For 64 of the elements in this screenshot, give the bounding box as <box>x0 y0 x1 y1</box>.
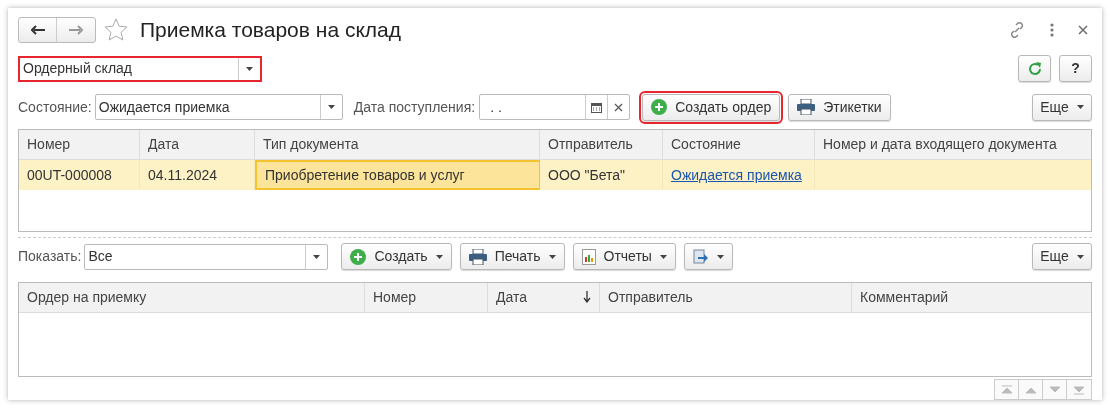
calendar-icon[interactable] <box>591 101 603 113</box>
triangle-down-icon <box>1073 383 1085 396</box>
more-icon[interactable] <box>1050 22 1054 37</box>
export-button[interactable] <box>683 243 733 271</box>
column-header[interactable]: Номер <box>365 282 488 312</box>
table-cell: ООО "Бета" <box>540 160 663 191</box>
close-icon[interactable] <box>1078 24 1088 35</box>
next-button[interactable] <box>1043 380 1067 399</box>
link-icon[interactable] <box>1008 20 1026 39</box>
column-header[interactable]: Состояние <box>663 130 815 160</box>
state-link[interactable]: Ожидается приемка <box>671 164 802 186</box>
caret-icon <box>659 255 667 259</box>
more-button[interactable]: Еще <box>1032 93 1092 121</box>
print-button[interactable]: Печать <box>459 243 565 271</box>
plus-icon <box>651 99 668 116</box>
create-button[interactable]: Создать <box>341 243 452 271</box>
show-label: Показать: <box>18 247 82 267</box>
caret-icon <box>435 255 443 259</box>
caret-icon <box>327 105 335 110</box>
triangle-up-icon <box>1000 383 1013 396</box>
previous-button[interactable] <box>1019 380 1043 399</box>
printer-icon <box>468 249 487 265</box>
printer-icon <box>797 99 816 116</box>
warehouse-select[interactable]: Ордерный склад <box>18 55 262 82</box>
reports-button[interactable]: Отчеты <box>572 243 676 271</box>
table-cell: Приобретение товаров и услуг <box>255 160 540 191</box>
table-row[interactable]: 00UT-000008 04.11.2024 Приобретение товаров и услуг ООО "Бета" Ожидается приемка <box>19 160 1091 191</box>
column-header[interactable]: Дата <box>488 282 600 312</box>
export-icon <box>692 249 709 265</box>
table-cell: 00UT-000008 <box>19 160 140 191</box>
labels-button[interactable]: Этикетки <box>788 93 891 121</box>
clear-icon[interactable] <box>614 102 624 112</box>
column-header[interactable]: Отправитель <box>600 282 852 312</box>
report-icon <box>581 249 596 265</box>
caret-icon <box>716 255 724 259</box>
column-header[interactable]: Комментарий <box>852 282 1091 312</box>
help-button[interactable]: ? <box>1059 55 1092 82</box>
arrow-left-icon <box>30 24 45 35</box>
caret-icon <box>1076 105 1084 110</box>
state-label: Состояние: <box>18 97 92 117</box>
refresh-button[interactable] <box>1018 55 1051 82</box>
date-field[interactable]: . . <box>479 94 631 121</box>
create-order-button[interactable]: Создать ордер <box>642 93 781 121</box>
column-header[interactable]: Тип документа <box>255 130 540 160</box>
caret-icon <box>1076 255 1084 259</box>
column-header[interactable]: Дата <box>140 130 255 160</box>
column-header[interactable]: Отправитель <box>540 130 663 160</box>
caret-icon <box>313 255 321 259</box>
column-header[interactable]: Номер и дата входящего документа <box>815 130 1091 160</box>
window-title: Приемка товаров на склад <box>140 17 401 44</box>
plus-icon <box>350 249 367 265</box>
column-header[interactable]: Номер <box>19 130 140 160</box>
refresh-icon <box>1027 61 1042 76</box>
caret-icon <box>548 255 556 259</box>
first-page-button[interactable] <box>995 380 1019 399</box>
date-label: Дата поступления: <box>353 97 476 117</box>
show-select[interactable]: Все <box>84 244 329 270</box>
caret-icon <box>246 66 253 71</box>
last-page-button[interactable] <box>1067 380 1091 399</box>
star-icon[interactable] <box>104 17 128 42</box>
more-button[interactable]: Еще <box>1032 243 1092 271</box>
column-header[interactable]: Ордер на приемку <box>19 282 365 312</box>
state-select[interactable]: Ожидается приемка <box>94 94 343 121</box>
arrow-right-icon <box>69 24 83 35</box>
